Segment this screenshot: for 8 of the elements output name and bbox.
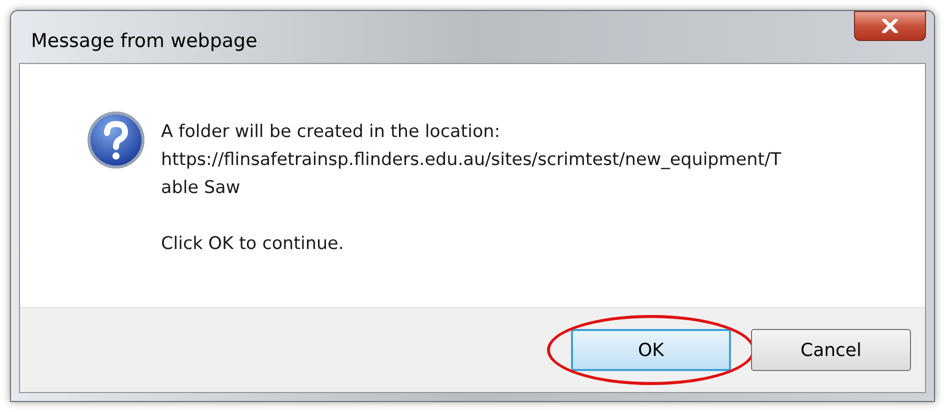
question-icon: [86, 110, 146, 170]
dialog-button[interactable]: OK: [571, 329, 731, 371]
close-icon: [882, 19, 898, 33]
message-text: A folder will be created in the location: https://flinsafetrainsp.flinders.edu.au/sites/scrimtest/new_equipment/T able Saw: [161, 121, 782, 200]
dialog-button[interactable]: Cancel: [751, 329, 911, 371]
instruction-text: Click OK to continue.: [161, 233, 345, 256]
window-title: Message from webpage: [30, 28, 258, 54]
close-button[interactable]: [854, 11, 926, 41]
